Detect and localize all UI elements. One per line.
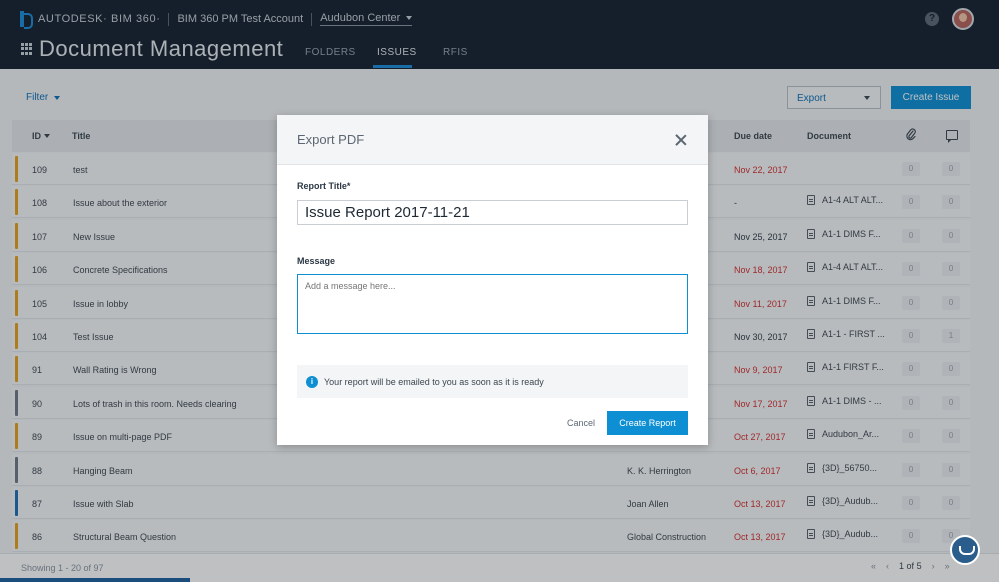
info-icon: i [306, 376, 318, 388]
report-title-input[interactable] [297, 200, 688, 225]
message-label: Message [297, 256, 336, 266]
cancel-button[interactable]: Cancel [567, 418, 595, 428]
dialog-header: Export PDF [277, 115, 708, 165]
dialog-title: Export PDF [297, 132, 365, 147]
learning-help-icon[interactable] [950, 535, 980, 565]
report-title-label: Report Title* [297, 181, 351, 191]
export-pdf-dialog: Export PDF Report Title* Message i Your … [277, 115, 708, 445]
message-input[interactable] [297, 274, 688, 334]
info-banner: i Your report will be emailed to you as … [297, 365, 688, 398]
close-icon[interactable] [674, 133, 688, 147]
info-text: Your report will be emailed to you as so… [324, 377, 544, 387]
create-report-button[interactable]: Create Report [607, 411, 688, 435]
